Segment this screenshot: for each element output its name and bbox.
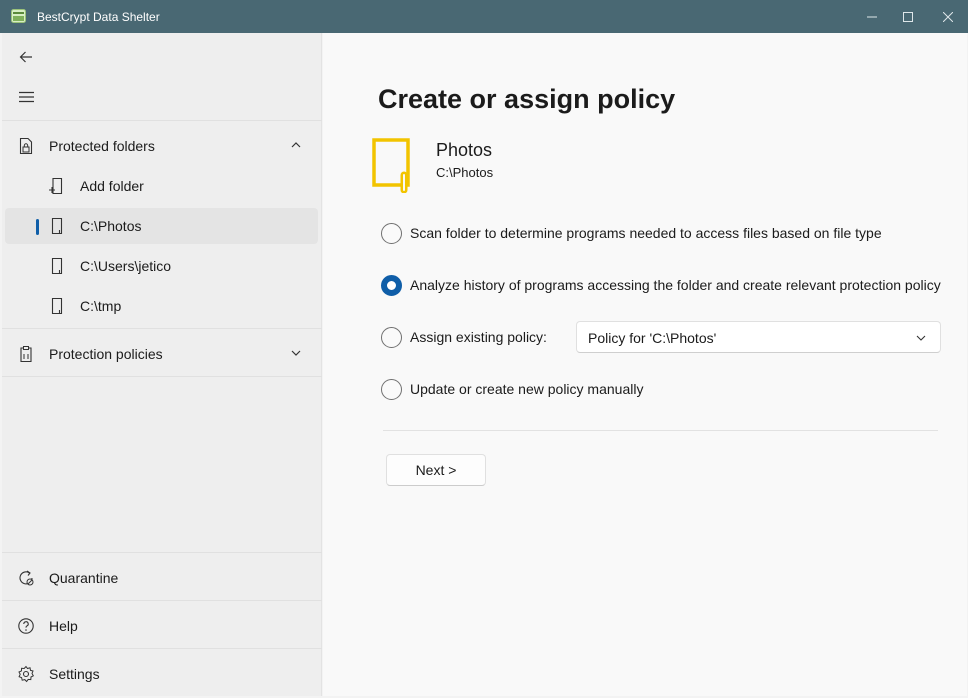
radio-button-selected[interactable]: [381, 275, 402, 296]
back-button[interactable]: [14, 45, 38, 69]
quarantine-icon: [19, 570, 34, 586]
maximize-button[interactable]: [888, 0, 928, 33]
chevron-down-icon: [291, 350, 301, 356]
policy-select-value: Policy for 'C:\Photos': [588, 330, 717, 346]
minimize-icon: [867, 16, 877, 17]
separator: [2, 376, 322, 377]
sidebar-item-label: C:\Photos: [80, 218, 142, 234]
radio-button[interactable]: [381, 223, 402, 244]
separator: [2, 120, 322, 121]
close-button[interactable]: [928, 0, 968, 33]
policy-select[interactable]: Policy for 'C:\Photos': [576, 321, 941, 353]
document-icon: [51, 217, 63, 235]
radio-button[interactable]: [381, 379, 402, 400]
nav-protected-folders[interactable]: Protected folders: [5, 128, 318, 164]
nav-label: Protection policies: [49, 346, 163, 362]
nav-label: Protected folders: [49, 138, 155, 154]
folder-name: Photos: [436, 140, 493, 160]
nav-label: Quarantine: [49, 570, 119, 586]
help-icon: [18, 618, 34, 634]
nav-label: Settings: [49, 666, 100, 682]
maximize-icon: [903, 11, 913, 22]
folder-path: C:\Photos: [436, 165, 494, 180]
protected-folder-icon: [372, 138, 410, 193]
separator: [2, 328, 322, 329]
document-icon: [51, 297, 63, 315]
sidebar-item-users-jetico[interactable]: C:\Users\jetico: [5, 248, 318, 284]
locked-document-icon: [19, 137, 33, 155]
window-title: BestCrypt Data Shelter: [37, 10, 160, 24]
radio-button[interactable]: [381, 327, 402, 348]
page-title: Create or assign policy: [378, 84, 676, 114]
nav-label: Help: [49, 618, 78, 634]
divider: [383, 430, 938, 431]
gear-icon: [18, 665, 34, 683]
hamburger-menu-icon: [18, 91, 34, 103]
document-icon: [51, 257, 63, 275]
sidebar-item-add-folder[interactable]: Add folder: [5, 168, 318, 204]
separator: [2, 648, 322, 649]
title-bar: BestCrypt Data Shelter: [0, 0, 968, 33]
sidebar-item-label: C:\tmp: [80, 298, 122, 314]
separator: [2, 552, 322, 553]
option-label: Assign existing policy:: [410, 329, 547, 345]
app-icon: [11, 9, 26, 23]
close-icon: [943, 11, 953, 22]
menu-toggle-button[interactable]: [14, 85, 38, 109]
add-document-icon: [49, 177, 63, 195]
nav-quarantine[interactable]: Quarantine: [5, 560, 318, 596]
nav-protection-policies[interactable]: Protection policies: [5, 336, 318, 372]
option-label: Scan folder to determine programs needed…: [410, 225, 882, 241]
back-arrow-icon: [19, 51, 32, 63]
sidebar-item-label: C:\Users\jetico: [80, 258, 172, 274]
minimize-button[interactable]: [852, 0, 892, 33]
sidebar: Protected folders Add folder C:\Photos C…: [2, 33, 322, 696]
clipboard-icon: [20, 346, 32, 363]
nav-settings[interactable]: Settings: [5, 656, 318, 692]
separator: [2, 600, 322, 601]
option-label: Analyze history of programs accessing th…: [410, 277, 941, 293]
sidebar-item-tmp[interactable]: C:\tmp: [5, 288, 318, 324]
chevron-up-icon: [291, 142, 301, 148]
sidebar-item-label: Add folder: [80, 178, 144, 194]
chevron-down-icon: [916, 335, 926, 341]
option-label: Update or create new policy manually: [410, 381, 644, 397]
main-content: Create or assign policy Photos C:\Photos…: [323, 33, 967, 696]
sidebar-item-photos[interactable]: C:\Photos: [5, 208, 318, 244]
next-button[interactable]: Next >: [386, 454, 486, 486]
selection-indicator: [36, 219, 39, 235]
nav-help[interactable]: Help: [5, 608, 318, 644]
